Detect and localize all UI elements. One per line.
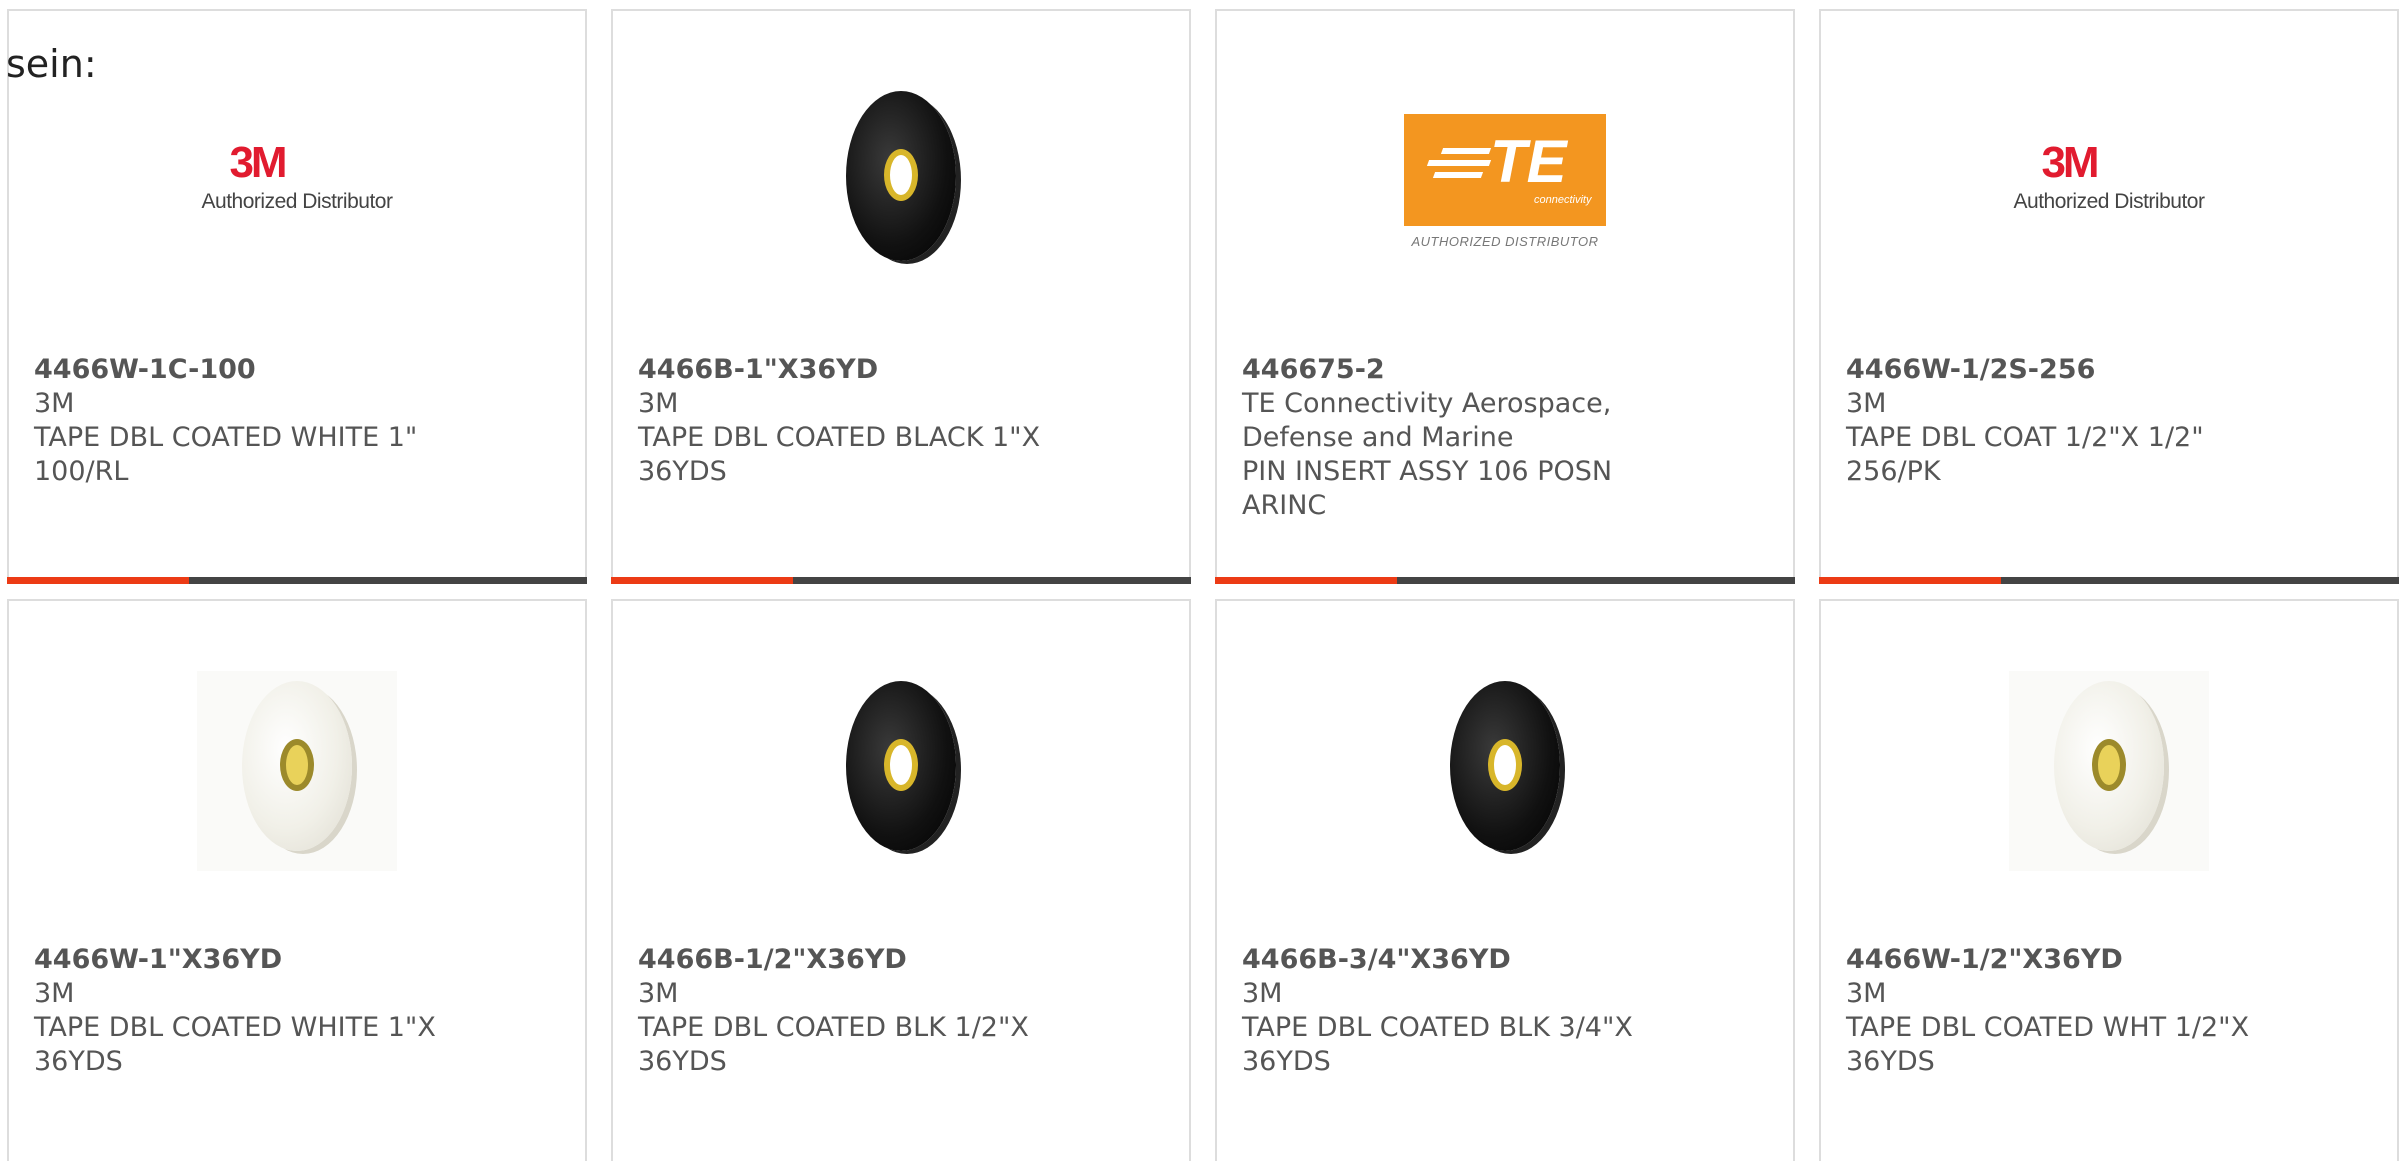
part-number[interactable]: 4466W-1"X36YD	[34, 943, 560, 977]
product-info: 4466B-3/4"X36YD 3M TAPE DBL COATED BLK 3…	[1242, 943, 1768, 1079]
product-image	[1217, 601, 1793, 941]
card-bottom-bar	[611, 577, 1191, 584]
description: TAPE DBL COATED BLK 1/2"X 36YDS	[638, 1012, 1029, 1077]
card-accent-bar	[611, 577, 793, 584]
description: TAPE DBL COAT 1/2"X 1/2" 256/PK	[1846, 422, 2204, 487]
part-number[interactable]: 4466B-1/2"X36YD	[638, 943, 1164, 977]
product-info: 4466W-1/2S-256 3M TAPE DBL COAT 1/2"X 1/…	[1846, 353, 2372, 489]
product-card[interactable]: 4466W-1/2"X36YD 3M TAPE DBL COATED WHT 1…	[1819, 599, 2399, 1161]
part-number[interactable]: 4466W-1/2S-256	[1846, 353, 2372, 387]
product-image	[1821, 601, 2397, 941]
part-number[interactable]: 4466W-1/2"X36YD	[1846, 943, 2372, 977]
te-logo-connectivity: connectivity	[1534, 193, 1592, 206]
manufacturer: 3M	[34, 978, 75, 1009]
card-bottom-bar	[7, 577, 587, 584]
product-image: TE connectivity AUTHORIZED DISTRIBUTOR	[1217, 11, 1793, 351]
product-card[interactable]: 4466B-1"X36YD 3M TAPE DBL COATED BLACK 1…	[611, 9, 1191, 584]
product-info: 4466W-1"X36YD 3M TAPE DBL COATED WHITE 1…	[34, 943, 560, 1079]
manufacturer: 3M	[1242, 978, 1283, 1009]
product-card[interactable]: 4466B-3/4"X36YD 3M TAPE DBL COATED BLK 3…	[1215, 599, 1795, 1161]
part-number[interactable]: 4466W-1C-100	[34, 353, 560, 387]
product-card[interactable]: 3M Authorized Distributor 4466W-1C-100 3…	[7, 9, 587, 584]
description: TAPE DBL COATED BLACK 1"X 36YDS	[638, 422, 1041, 487]
intro-text: sein:	[6, 42, 97, 86]
manufacturer: TE Connectivity Aerospace, Defense and M…	[1242, 388, 1612, 453]
white-tape-roll-icon	[242, 681, 352, 861]
black-tape-roll-icon	[1450, 681, 1560, 861]
te-logo-mark: TE	[1490, 127, 1567, 195]
description: TAPE DBL COATED WHITE 1"X 36YDS	[34, 1012, 436, 1077]
product-info: 4466B-1"X36YD 3M TAPE DBL COATED BLACK 1…	[638, 353, 1164, 489]
te-logo-box: TE connectivity	[1404, 113, 1606, 226]
product-info: 4466W-1C-100 3M TAPE DBL COATED WHITE 1"…	[34, 353, 560, 489]
card-accent-bar	[1819, 577, 2001, 584]
card-bottom-bar	[1819, 577, 2399, 584]
manufacturer: 3M	[638, 388, 679, 419]
3m-logo-mark: 3M	[229, 138, 287, 187]
description: PIN INSERT ASSY 106 POSN ARINC	[1242, 456, 1613, 521]
product-card[interactable]: 4466B-1/2"X36YD 3M TAPE DBL COATED BLK 1…	[611, 599, 1191, 1161]
product-card[interactable]: 3M Authorized Distributor 4466W-1/2S-256…	[1819, 9, 2399, 584]
3m-logo: 3M Authorized Distributor	[2009, 141, 2209, 221]
product-image	[613, 601, 1189, 941]
manufacturer: 3M	[1846, 978, 1887, 1009]
description: TAPE DBL COATED BLK 3/4"X 36YDS	[1242, 1012, 1633, 1077]
product-image	[9, 601, 585, 941]
product-info: 446675-2 TE Connectivity Aerospace, Defe…	[1242, 353, 1768, 523]
black-tape-roll-icon	[846, 91, 956, 271]
product-info: 4466B-1/2"X36YD 3M TAPE DBL COATED BLK 1…	[638, 943, 1164, 1079]
manufacturer: 3M	[1846, 388, 1887, 419]
product-info: 4466W-1/2"X36YD 3M TAPE DBL COATED WHT 1…	[1846, 943, 2372, 1079]
product-card[interactable]: TE connectivity AUTHORIZED DISTRIBUTOR 4…	[1215, 9, 1795, 584]
part-number[interactable]: 4466B-3/4"X36YD	[1242, 943, 1768, 977]
manufacturer: 3M	[34, 388, 75, 419]
te-logo: TE connectivity AUTHORIZED DISTRIBUTOR	[1404, 113, 1606, 249]
3m-logo-subtext: Authorized Distributor	[201, 190, 393, 213]
product-card[interactable]: 4466W-1"X36YD 3M TAPE DBL COATED WHITE 1…	[7, 599, 587, 1161]
description: TAPE DBL COATED WHITE 1" 100/RL	[34, 422, 418, 487]
3m-logo: 3M Authorized Distributor	[197, 141, 397, 221]
product-grid-page: sein: 3M Authorized Distributor 4466W-1C…	[0, 0, 2400, 1161]
part-number[interactable]: 4466B-1"X36YD	[638, 353, 1164, 387]
white-tape-roll-icon	[2054, 681, 2164, 861]
3m-logo-subtext: Authorized Distributor	[2013, 190, 2205, 213]
product-grid: 3M Authorized Distributor 4466W-1C-100 3…	[0, 0, 2400, 1161]
card-accent-bar	[7, 577, 189, 584]
product-image	[613, 11, 1189, 351]
card-accent-bar	[1215, 577, 1397, 584]
part-number[interactable]: 446675-2	[1242, 353, 1768, 387]
te-logo-subtext: AUTHORIZED DISTRIBUTOR	[1411, 233, 1599, 249]
product-image: 3M Authorized Distributor	[1821, 11, 2397, 351]
manufacturer: 3M	[638, 978, 679, 1009]
description: TAPE DBL COATED WHT 1/2"X 36YDS	[1846, 1012, 2250, 1077]
card-bottom-bar	[1215, 577, 1795, 584]
3m-logo-mark: 3M	[2041, 138, 2099, 187]
black-tape-roll-icon	[846, 681, 956, 861]
